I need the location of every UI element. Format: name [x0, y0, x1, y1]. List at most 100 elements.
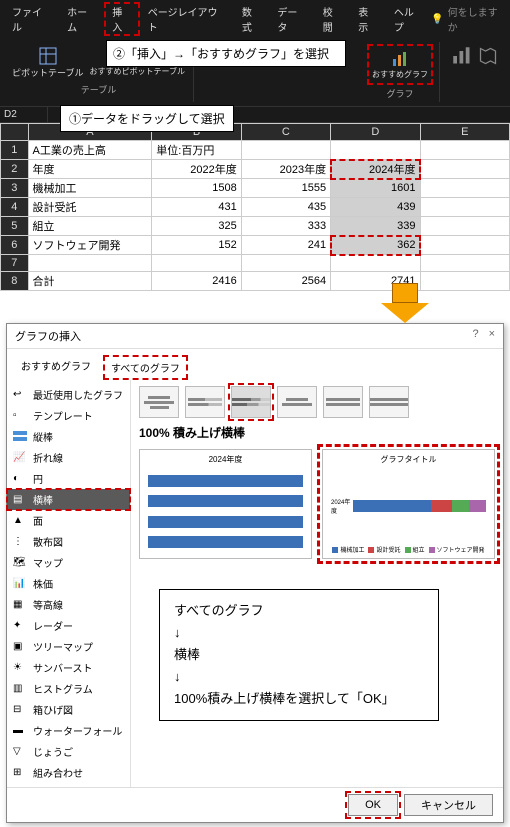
- cell[interactable]: 1508: [152, 179, 241, 198]
- cell[interactable]: [420, 160, 509, 179]
- cell[interactable]: [152, 255, 241, 272]
- cell[interactable]: 325: [152, 217, 241, 236]
- row-hdr[interactable]: 4: [1, 198, 29, 217]
- row-hdr[interactable]: 1: [1, 141, 29, 160]
- menu-file[interactable]: ファイル: [4, 2, 59, 36]
- spreadsheet[interactable]: A B C D E 1A工業の売上高単位:百万円 2年度2022年度2023年度…: [0, 123, 510, 291]
- subtype-3d-clustered-bar[interactable]: [277, 386, 317, 418]
- cell[interactable]: 241: [241, 236, 330, 255]
- side-histogram[interactable]: ▥ヒストグラム: [7, 678, 130, 699]
- cell[interactable]: A工業の売上高: [28, 141, 152, 160]
- map-icon[interactable]: [476, 44, 500, 68]
- cell[interactable]: [420, 198, 509, 217]
- side-surface[interactable]: ▦等高線: [7, 594, 130, 615]
- menu-pagelayout[interactable]: ページレイアウト: [140, 2, 234, 36]
- side-template[interactable]: ▫テンプレート: [7, 405, 130, 426]
- menu-data[interactable]: データ: [269, 2, 314, 36]
- tab-recommended[interactable]: おすすめグラフ: [15, 355, 97, 380]
- side-sunburst[interactable]: ☀サンバースト: [7, 657, 130, 678]
- side-treemap[interactable]: ▣ツリーマップ: [7, 636, 130, 657]
- side-column[interactable]: 縦棒: [7, 426, 130, 447]
- cell[interactable]: [28, 255, 152, 272]
- recommend-chart-button[interactable]: おすすめグラフ: [370, 47, 430, 82]
- cancel-button[interactable]: キャンセル: [404, 794, 493, 816]
- side-area[interactable]: ▲面: [7, 510, 130, 531]
- cell[interactable]: 合計: [28, 272, 152, 291]
- cell[interactable]: 152: [152, 236, 241, 255]
- subtype-100-stacked-bar[interactable]: [231, 386, 271, 418]
- row-hdr[interactable]: 8: [1, 272, 29, 291]
- menu-home[interactable]: ホーム: [59, 2, 104, 36]
- cell[interactable]: 2416: [152, 272, 241, 291]
- side-box[interactable]: ⊟箱ひげ図: [7, 699, 130, 720]
- side-recent[interactable]: ↩最近使用したグラフ: [7, 384, 130, 405]
- name-box[interactable]: D2: [0, 107, 48, 122]
- row-hdr[interactable]: 7: [1, 255, 29, 272]
- subtype-clustered-bar[interactable]: [139, 386, 179, 418]
- cell[interactable]: [420, 236, 509, 255]
- cell[interactable]: 2023年度: [241, 160, 330, 179]
- chart-type-icon[interactable]: [450, 44, 474, 68]
- cell[interactable]: 単位:百万円: [152, 141, 241, 160]
- menu-insert[interactable]: 挿入: [104, 2, 140, 36]
- cell[interactable]: 2564: [241, 272, 330, 291]
- menu-view[interactable]: 表示: [350, 2, 386, 36]
- cell-selected[interactable]: 2024年度: [331, 160, 420, 179]
- cell[interactable]: 1555: [241, 179, 330, 198]
- row-hdr[interactable]: 5: [1, 217, 29, 236]
- cell[interactable]: [420, 179, 509, 198]
- cell[interactable]: [420, 272, 509, 291]
- cell[interactable]: [331, 255, 420, 272]
- cell[interactable]: 設計受託: [28, 198, 152, 217]
- side-waterfall[interactable]: ▬ウォーターフォール: [7, 720, 130, 741]
- row-hdr[interactable]: 6: [1, 236, 29, 255]
- cell[interactable]: 431: [152, 198, 241, 217]
- cell[interactable]: 機械加工: [28, 179, 152, 198]
- cell[interactable]: 435: [241, 198, 330, 217]
- side-bar[interactable]: ▤横棒: [7, 489, 130, 510]
- cell-selected[interactable]: 439: [331, 198, 420, 217]
- col-E[interactable]: E: [420, 124, 509, 141]
- table-row: 4設計受託431435439: [1, 198, 510, 217]
- cell[interactable]: [420, 255, 509, 272]
- chart-preview-2[interactable]: グラフタイトル 2024年度 機械: [322, 449, 495, 559]
- subtype-stacked-bar[interactable]: [185, 386, 225, 418]
- side-stock[interactable]: 📊株価: [7, 573, 130, 594]
- close-icon[interactable]: ×: [489, 328, 495, 344]
- cell[interactable]: 2022年度: [152, 160, 241, 179]
- col-D[interactable]: D: [331, 124, 420, 141]
- tell-me-search[interactable]: 💡 何をしますか: [431, 2, 506, 36]
- side-scatter[interactable]: ⋮散布図: [7, 531, 130, 552]
- cell[interactable]: 333: [241, 217, 330, 236]
- cell[interactable]: [331, 141, 420, 160]
- menu-help[interactable]: ヘルプ: [386, 2, 431, 36]
- cell-selected[interactable]: 339: [331, 217, 420, 236]
- corner-cell[interactable]: [1, 124, 29, 141]
- side-line[interactable]: 📈折れ線: [7, 447, 130, 468]
- side-map[interactable]: 🗺マップ: [7, 552, 130, 573]
- subtype-3d-stacked-bar[interactable]: [323, 386, 363, 418]
- side-funnel[interactable]: ▽じょうご: [7, 741, 130, 762]
- ok-button[interactable]: OK: [348, 794, 398, 816]
- cell-selected[interactable]: 1601: [331, 179, 420, 198]
- cell[interactable]: [420, 141, 509, 160]
- chart-preview-1[interactable]: 2024年度: [139, 449, 312, 559]
- cell[interactable]: 組立: [28, 217, 152, 236]
- row-hdr[interactable]: 2: [1, 160, 29, 179]
- cell[interactable]: [241, 255, 330, 272]
- row-hdr[interactable]: 3: [1, 179, 29, 198]
- pivot-table-button[interactable]: ピボットテーブル: [10, 44, 85, 81]
- cell[interactable]: 年度: [28, 160, 152, 179]
- subtype-3d-100-stacked-bar[interactable]: [369, 386, 409, 418]
- cell[interactable]: [420, 217, 509, 236]
- menu-review[interactable]: 校閲: [315, 2, 351, 36]
- side-pie[interactable]: ◐円: [7, 468, 130, 489]
- tab-all-charts[interactable]: すべてのグラフ: [103, 355, 188, 380]
- cell[interactable]: [241, 141, 330, 160]
- cell-selected[interactable]: 362: [331, 236, 420, 255]
- col-C[interactable]: C: [241, 124, 330, 141]
- cell[interactable]: ソフトウェア開発: [28, 236, 152, 255]
- menu-formulas[interactable]: 数式: [234, 2, 270, 36]
- help-icon[interactable]: ?: [472, 328, 478, 344]
- side-radar[interactable]: ✦レーダー: [7, 615, 130, 636]
